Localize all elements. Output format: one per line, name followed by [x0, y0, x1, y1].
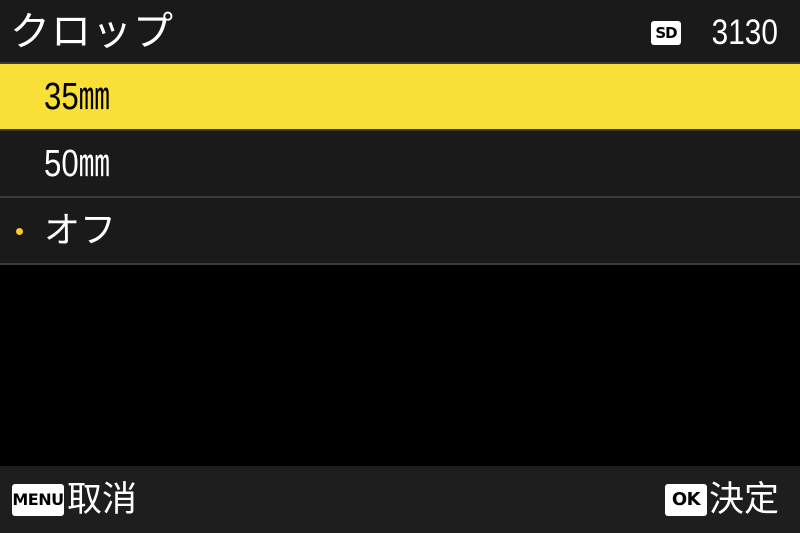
- menu-item-label: 35㎜: [44, 76, 110, 118]
- page-title: クロップ: [10, 9, 174, 55]
- current-setting-dot-icon: [16, 228, 23, 235]
- crop-settings-screen: クロップ SD 3130 35㎜ 50㎜ オフ MENU 取消 OK 決定: [0, 0, 800, 533]
- remaining-shots-count: 3130: [711, 13, 778, 52]
- confirm-button[interactable]: 決定: [709, 478, 779, 522]
- cancel-button[interactable]: 取消: [67, 478, 137, 522]
- footer-bar: MENU 取消 OK 決定: [0, 466, 800, 533]
- menu-key-icon: MENU: [12, 484, 64, 516]
- menu-item-label: オフ: [44, 210, 117, 251]
- menu-item-35mm[interactable]: 35㎜: [0, 64, 800, 131]
- menu-item-50mm[interactable]: 50㎜: [0, 131, 800, 198]
- menu-item-label: 50㎜: [44, 143, 110, 185]
- ok-key-icon: OK: [665, 484, 707, 516]
- header-bar: クロップ SD 3130: [0, 0, 800, 64]
- menu-item-off[interactable]: オフ: [0, 198, 800, 265]
- crop-options-list: 35㎜ 50㎜ オフ: [0, 64, 800, 265]
- sd-card-icon: SD: [651, 21, 681, 45]
